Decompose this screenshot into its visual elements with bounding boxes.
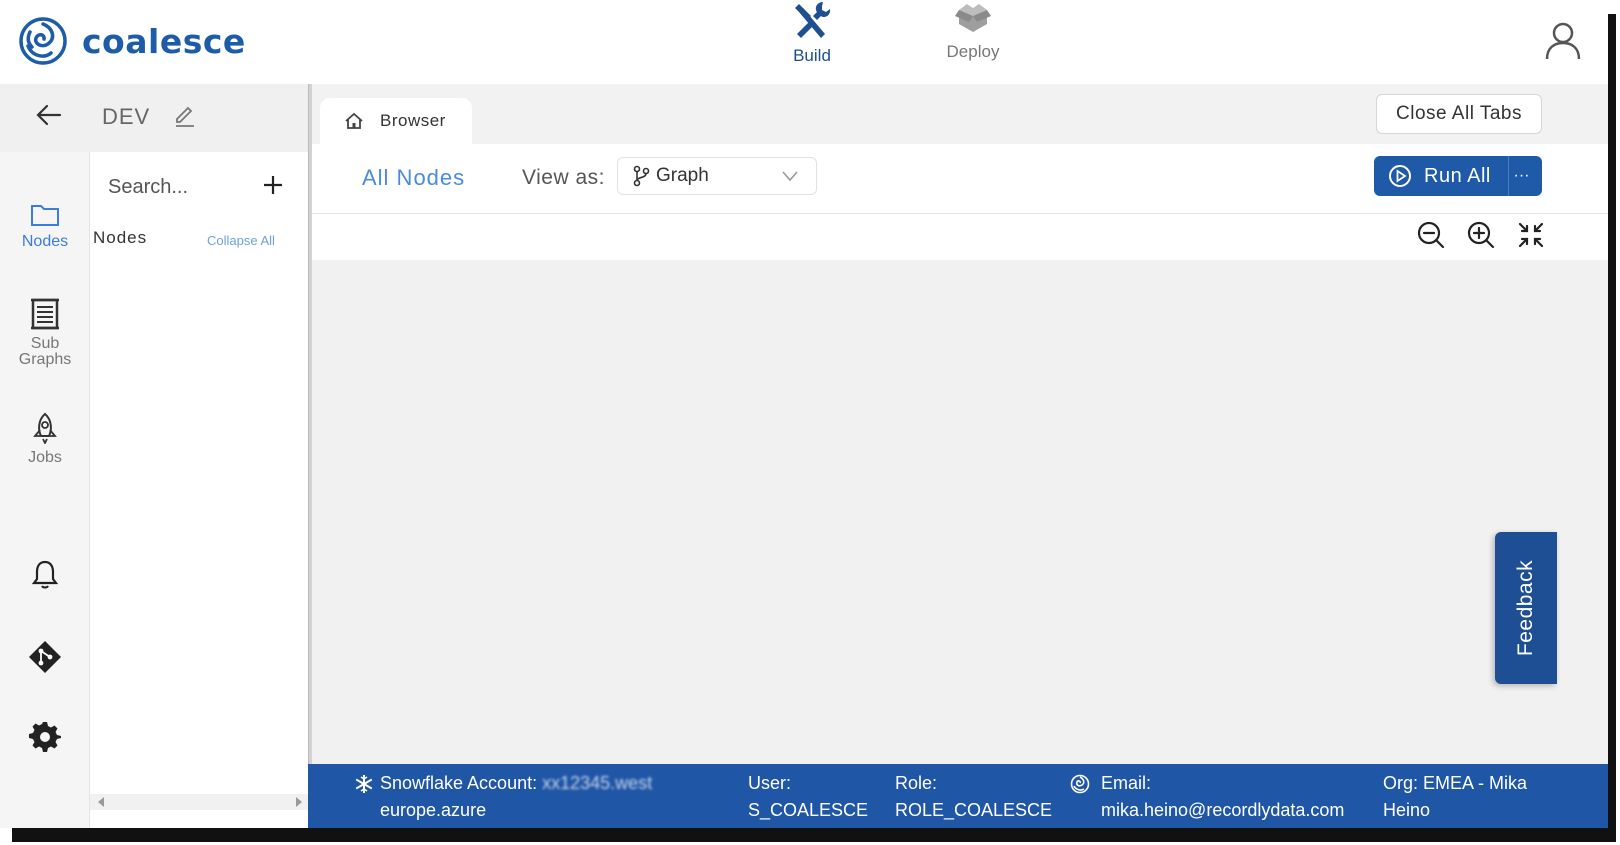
graph-toolbar: All Nodes View as: Graph Run All ··· <box>312 144 1608 214</box>
zoom-in-icon[interactable] <box>1466 220 1496 250</box>
org-line-2: Heino <box>1383 800 1431 820</box>
snowflake-region: europe.azure <box>380 800 487 820</box>
top-header: coalesce Build Deploy <box>0 0 1608 84</box>
email-info: Email: mika.heino@recordlydata.com <box>1101 770 1371 824</box>
graph-canvas[interactable] <box>312 260 1608 764</box>
logo-text: coalesce <box>82 21 246 61</box>
run-all-label: Run All <box>1424 164 1491 187</box>
feedback-button[interactable]: Feedback <box>1495 532 1557 684</box>
rail-item-notifications[interactable] <box>0 559 90 589</box>
subgraphs-icon <box>31 298 59 330</box>
view-as-value: Graph <box>656 165 709 186</box>
rail-item-nodes[interactable]: Nodes <box>0 202 90 250</box>
nav-build-label: Build <box>793 46 831 65</box>
home-icon <box>345 112 363 129</box>
view-as-select[interactable]: Graph <box>617 157 817 195</box>
rail-label-jobs: Jobs <box>28 449 62 466</box>
frame-shadow-bottom <box>12 828 1616 842</box>
fit-to-screen-icon[interactable] <box>1516 220 1546 250</box>
user-value: S_COALESCE <box>748 800 869 820</box>
run-all-button[interactable]: Run All ··· <box>1374 156 1542 196</box>
rail-label-subgraphs-2: Graphs <box>18 351 72 368</box>
rail-item-jobs[interactable]: Jobs <box>0 412 90 466</box>
rail-item-settings[interactable] <box>0 720 90 752</box>
app-window: coalesce Build Deploy DEV Nodes Sub Grap… <box>0 0 1608 828</box>
user-info: User: S_COALESCE <box>748 770 878 824</box>
nav-build[interactable]: Build <box>782 0 842 78</box>
nav-deploy-label: Deploy <box>946 42 1000 61</box>
deploy-box-icon <box>955 4 991 32</box>
node-panel: Nodes Collapse All <box>90 152 310 828</box>
run-all-more-button[interactable]: ··· <box>1508 156 1534 196</box>
zoom-controls <box>312 214 1608 260</box>
status-bar: Snowflake Account: xx12345.west europe.a… <box>308 764 1608 828</box>
email-label: Email: <box>1101 773 1152 793</box>
view-as-label: View as: <box>522 166 605 189</box>
role-label: Role: <box>895 773 938 793</box>
org-line-1: Org: EMEA - Mika <box>1383 773 1528 793</box>
tab-browser-label: Browser <box>380 111 446 130</box>
edit-pencil-icon[interactable] <box>173 104 197 128</box>
tab-bar: Browser Close All Tabs <box>312 84 1608 144</box>
rail-label-subgraphs-1: Sub <box>30 335 60 352</box>
role-value: ROLE_COALESCE <box>895 800 1053 820</box>
environment-name: DEV <box>102 104 151 129</box>
gear-icon <box>29 722 61 752</box>
user-label: User: <box>748 773 792 793</box>
collapse-all-link[interactable]: Collapse All <box>207 233 275 248</box>
nav-deploy[interactable]: Deploy <box>938 0 1008 78</box>
logo[interactable]: coalesce <box>18 16 246 66</box>
rail-item-git[interactable] <box>0 640 90 674</box>
org-info: Org: EMEA - Mika Heino <box>1383 770 1543 824</box>
user-profile-icon[interactable] <box>1545 22 1581 60</box>
environment-bar: DEV <box>0 84 310 152</box>
play-circle-icon <box>1389 165 1411 187</box>
bell-icon <box>32 560 58 589</box>
folder-icon <box>31 205 59 226</box>
tools-icon <box>795 2 831 38</box>
branch-icon <box>633 165 650 187</box>
coalesce-small-logo-icon <box>1070 774 1090 794</box>
all-nodes-link[interactable]: All Nodes <box>362 165 465 191</box>
feedback-label: Feedback <box>1514 559 1537 657</box>
node-search-input[interactable] <box>108 172 248 202</box>
snowflake-account-value: xx12345.west <box>542 773 653 793</box>
chevron-down-icon <box>782 171 798 182</box>
scroll-right-arrow-icon[interactable] <box>296 797 302 807</box>
left-rail: Nodes Sub Graphs Jobs <box>0 152 90 828</box>
node-panel-scrollbar[interactable] <box>90 794 310 810</box>
zoom-out-icon[interactable] <box>1416 220 1446 250</box>
coalesce-logo-icon <box>19 17 67 65</box>
add-node-plus-icon[interactable] <box>258 170 288 200</box>
email-value: mika.heino@recordlydata.com <box>1101 800 1345 820</box>
rocket-icon <box>33 412 57 444</box>
close-all-tabs-button[interactable]: Close All Tabs <box>1376 94 1542 134</box>
frame-shadow-right <box>1608 14 1616 840</box>
back-arrow-icon[interactable] <box>36 102 62 128</box>
snowflake-account-info: Snowflake Account: xx12345.west europe.a… <box>380 770 720 824</box>
snowflake-account-label: Snowflake Account: <box>380 773 538 793</box>
role-info: Role: ROLE_COALESCE <box>895 770 1065 824</box>
nodes-heading: Nodes <box>93 228 148 247</box>
git-icon <box>29 641 61 673</box>
tab-browser[interactable]: Browser <box>320 98 472 144</box>
rail-item-subgraphs[interactable]: Sub Graphs <box>0 298 90 368</box>
scroll-left-arrow-icon[interactable] <box>98 797 104 807</box>
snowflake-icon <box>355 775 373 793</box>
rail-label-nodes: Nodes <box>21 233 69 250</box>
